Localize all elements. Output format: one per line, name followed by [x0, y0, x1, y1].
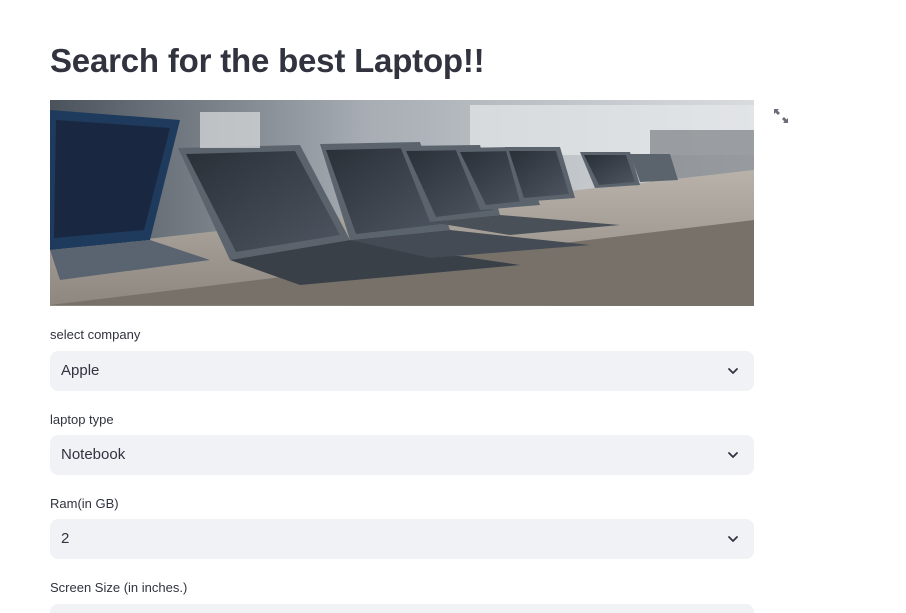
- laptop-type-label: laptop type: [50, 412, 114, 427]
- company-select[interactable]: Apple: [50, 351, 754, 391]
- laptop-showroom-image: [50, 100, 754, 306]
- company-label: select company: [50, 327, 141, 342]
- chevron-down-icon: [728, 368, 738, 374]
- screen-size-label: Screen Size (in inches.): [50, 580, 188, 595]
- page-title: Search for the best Laptop!!: [50, 42, 485, 79]
- laptop-type-select[interactable]: Notebook: [50, 435, 754, 475]
- ram-label: Ram(in GB): [50, 496, 119, 511]
- laptop-type-select-value: Notebook: [61, 446, 126, 463]
- ram-select[interactable]: 2: [50, 519, 754, 559]
- fullscreen-icon[interactable]: [772, 107, 790, 125]
- app-page: Search for the best Laptop!! select comp…: [0, 0, 906, 613]
- chevron-down-icon: [728, 536, 738, 542]
- ram-select-value: 2: [61, 530, 70, 547]
- company-select-value: Apple: [61, 362, 100, 379]
- screen-size-select[interactable]: [50, 604, 754, 613]
- chevron-down-icon: [728, 452, 738, 458]
